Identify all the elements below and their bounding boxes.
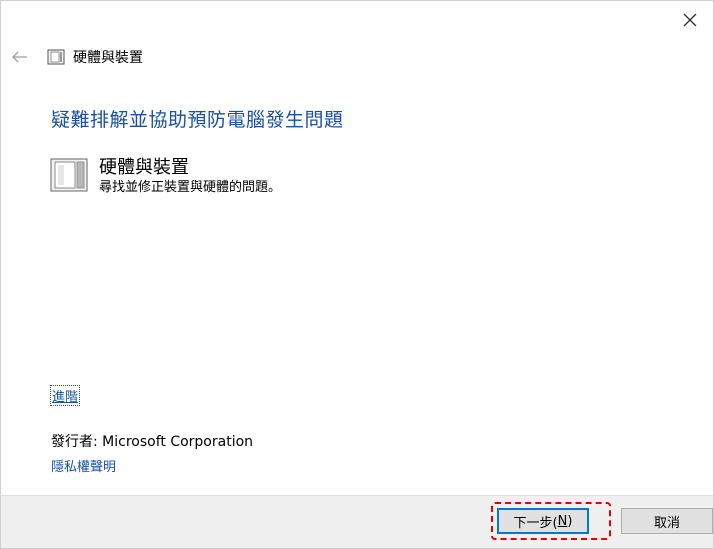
cancel-button[interactable]: 取消	[621, 508, 713, 534]
title-bar: 硬體與裝置	[11, 45, 143, 69]
next-button[interactable]: 下一步(N)	[497, 508, 589, 534]
hardware-device-icon	[50, 158, 88, 192]
publisher-text: 發行者: Microsoft Corporation	[51, 434, 254, 450]
advanced-link[interactable]: 進階	[50, 385, 81, 406]
privacy-statement-link[interactable]: 隱私權聲明	[51, 456, 116, 475]
troubleshooter-item-hardware[interactable]: 硬體與裝置 尋找並修正裝置與硬體的問題。	[49, 157, 281, 197]
troubleshooter-window: 硬體與裝置 疑難排解並協助預防電腦發生問題 硬體與裝置 尋找並修正裝置與硬體的問…	[0, 0, 714, 549]
window-title: 硬體與裝置	[73, 50, 143, 66]
item-text: 硬體與裝置 尋找並修正裝置與硬體的問題。	[99, 157, 281, 197]
hardware-device-icon	[47, 49, 65, 65]
item-name: 硬體與裝置	[99, 157, 189, 178]
item-description: 尋找並修正裝置與硬體的問題。	[99, 180, 282, 195]
back-arrow-icon[interactable]	[11, 50, 29, 64]
next-button-suffix: )	[567, 513, 573, 529]
close-icon[interactable]	[679, 9, 701, 31]
page-heading: 疑難排解並協助預防電腦發生問題	[51, 109, 344, 131]
next-button-mnemonic: N	[557, 513, 568, 529]
footer-bar: 下一步(N) 取消	[1, 495, 713, 548]
next-button-label: 下一步(	[513, 515, 558, 531]
